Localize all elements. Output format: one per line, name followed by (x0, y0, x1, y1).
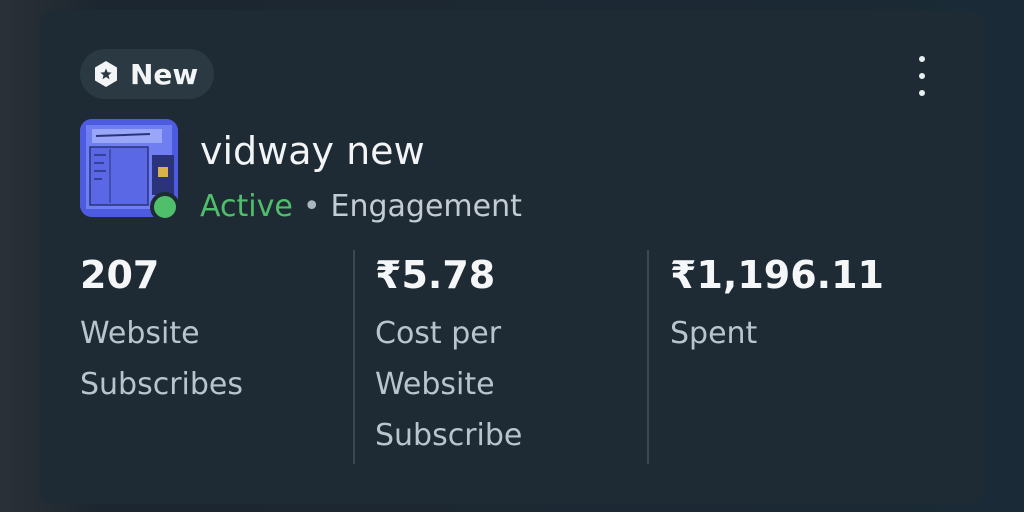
metric-label-line: Website (80, 316, 200, 351)
active-status-dot (150, 192, 180, 222)
separator-dot: • (302, 189, 321, 224)
objective-text: Engagement (330, 189, 522, 224)
metrics-row: 207 Website Subscribes ₹5.78 Cost per We… (40, 250, 983, 480)
metric-cost-per-subscribe: ₹5.78 Cost per Website Subscribe (375, 250, 522, 461)
metric-label-line: Subscribe (375, 418, 523, 453)
campaign-subline: Active • Engagement (200, 187, 522, 227)
metric-label: Spent (670, 308, 884, 359)
metric-label-line: Website (375, 367, 495, 402)
campaign-name[interactable]: vidway new (200, 126, 425, 176)
metric-label-line: Subscribes (80, 367, 244, 402)
badge-star-icon (95, 61, 117, 87)
metric-value: 207 (80, 253, 160, 297)
metric-spent: ₹1,196.11 Spent (670, 250, 884, 359)
metric-value: ₹5.78 (375, 253, 496, 297)
campaign-card[interactable]: New vidway new Active • Engagement 207 W… (40, 10, 983, 504)
badge-label: New (130, 57, 199, 91)
metric-label: Cost per Website Subscribe (375, 308, 522, 461)
metric-divider (353, 250, 355, 464)
metric-label: Website Subscribes (80, 308, 243, 410)
metric-label-line: Cost per (375, 316, 502, 351)
new-badge: New (80, 49, 215, 99)
metric-divider (647, 250, 649, 464)
metric-website-subscribes: 207 Website Subscribes (80, 250, 243, 410)
metric-value: ₹1,196.11 (670, 253, 884, 297)
more-options-icon[interactable] (908, 56, 936, 96)
status-text: Active (200, 189, 293, 224)
metric-label-line: Spent (670, 316, 758, 351)
